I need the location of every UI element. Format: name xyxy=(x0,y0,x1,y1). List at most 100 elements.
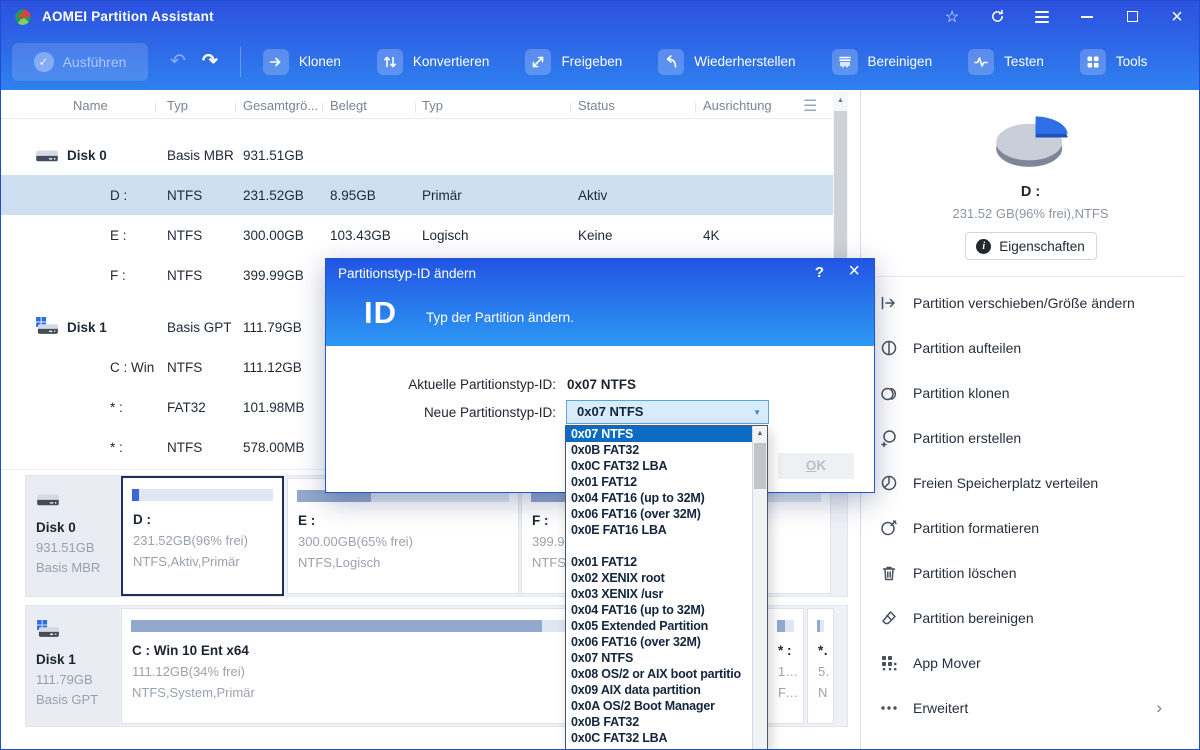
sidebar-item-partition-bereinigen[interactable]: Partition bereinigen xyxy=(861,595,1200,640)
partition-block-d[interactable]: D : 231.52GB(96% frei) NTFS,Aktiv,Primär xyxy=(121,476,284,596)
row-name-cell: D : xyxy=(0,188,155,203)
row-typ-cell: Basis MBR xyxy=(167,147,234,163)
row-size-cell: 300.00GB xyxy=(243,227,304,243)
dropdown-item-0x0b-fat32[interactable]: 0x0B FAT32 xyxy=(566,442,752,458)
sidebar-item-partition-klonen[interactable]: Partition klonen xyxy=(861,370,1200,415)
favorite-star-icon[interactable] xyxy=(943,8,961,26)
partition-type-dropdown-list: 0x07 NTFS 0x0B FAT32 0x0C FAT32 LBA 0x01 FA… xyxy=(565,425,768,750)
toolbar-button-bereinigen[interactable]: Bereinigen xyxy=(831,48,932,75)
row-belegt-cell: 8.95GB xyxy=(330,187,376,203)
dialog-help-icon[interactable]: ? xyxy=(815,264,824,281)
header: AOMEI Partition Assistant Ausführen Klon… xyxy=(0,0,1200,90)
dropdown-item-0x07-ntfs[interactable]: 0x07 NTFS xyxy=(566,426,752,442)
sidebar-item-partition-aufteilen[interactable]: Partition aufteilen xyxy=(861,325,1200,370)
dropdown-item-0x08-os-2-or-aix-boot-partitio[interactable]: 0x08 OS/2 or AIX boot partitio xyxy=(566,666,752,682)
refresh-icon[interactable] xyxy=(988,8,1006,26)
hamburger-menu-icon[interactable] xyxy=(1033,8,1051,26)
apply-button[interactable]: Ausführen xyxy=(12,42,148,81)
dropdown-item-0x0a-os-2-boot-manager[interactable]: 0x0A OS/2 Boot Manager xyxy=(566,698,752,714)
selected-partition-label: D : xyxy=(1020,184,1041,200)
toolbar-button-testen[interactable]: Testen xyxy=(968,48,1044,75)
toolbar-button-konvertieren[interactable]: Konvertieren xyxy=(376,48,490,75)
minimize-button[interactable] xyxy=(1078,8,1096,26)
sidebar-item-label: Partition löschen xyxy=(913,564,1017,581)
dropdown-item-blank[interactable] xyxy=(566,538,752,554)
column-header-typ: Typ xyxy=(155,98,235,113)
undo-button[interactable] xyxy=(170,52,186,71)
disk-info-disk-0[interactable]: Disk 0 931.51GB Basis MBR xyxy=(26,476,120,596)
sidebar-item-partition-formatieren[interactable]: Partition formatieren xyxy=(861,505,1200,550)
table-row-e[interactable]: E : NTFS 300.00GB 103.43GB Logisch Keine 4K xyxy=(0,215,833,255)
selected-partition-info: 231.52 GB(96% frei),NTFS xyxy=(952,206,1109,221)
redo-button[interactable] xyxy=(202,52,218,71)
sidebar-item-partition-l-schen[interactable]: Partition löschen xyxy=(861,550,1200,595)
row-size-cell: 578.00MB xyxy=(243,439,305,455)
dropdown-item-0x06-fat16-over-32m[interactable]: 0x06 FAT16 (over 32M) xyxy=(566,634,752,650)
maximize-button[interactable] xyxy=(1123,8,1141,26)
dropdown-scroll-up-icon[interactable] xyxy=(753,426,767,442)
dropdown-item-0x0c-fat32-lba[interactable]: 0x0C FAT32 LBA xyxy=(566,730,752,746)
dropdown-item-0x04-fat16-up-to-32m[interactable]: 0x04 FAT16 (up to 32M) xyxy=(566,490,752,506)
toolbar-button-label: Klonen xyxy=(298,54,341,69)
app-logo-icon xyxy=(14,8,32,26)
row-name-cell: * : xyxy=(0,440,155,455)
disk-type: Basis GPT xyxy=(36,692,99,707)
partition-block-[interactable]: *... 5... N.. xyxy=(807,608,834,724)
column-header-name: Name xyxy=(73,97,108,113)
properties-button[interactable]: Eigenschaften xyxy=(964,232,1097,260)
dropdown-item-0x05-extended-partition[interactable]: 0x05 Extended Partition xyxy=(566,618,752,634)
dropdown-item-0x09-aix-data-partition[interactable]: 0x09 AIX data partition xyxy=(566,682,752,698)
dialog-subtitle: Typ der Partition ändern. xyxy=(426,310,574,325)
dialog-close-icon[interactable]: × xyxy=(848,260,860,283)
dialog-header: Partitionstyp-ID ändern ? × ID Typ der P… xyxy=(326,259,874,346)
row-name-cell: F : xyxy=(0,268,155,283)
sidebar-item-app-mover[interactable]: App Mover xyxy=(861,640,1200,685)
dropdown-item-0x01-fat12[interactable]: 0x01 FAT12 xyxy=(566,474,752,490)
check-circle-icon xyxy=(33,51,54,72)
current-type-value: 0x07 NTFS xyxy=(567,377,637,392)
toolbar-button-klonen[interactable]: Klonen xyxy=(262,48,341,75)
dropdown-item-0x0e-fat16-lba[interactable]: 0x0E FAT16 LBA xyxy=(566,522,752,538)
dropdown-item-0x0c-fat32-lba[interactable]: 0x0C FAT32 LBA xyxy=(566,458,752,474)
disk-info-disk-1[interactable]: Disk 1 111.79GB Basis GPT xyxy=(26,606,120,726)
partition-block-e[interactable]: E : 300.00GB(65% frei) NTFS,Logisch xyxy=(287,478,519,594)
scroll-up-icon[interactable] xyxy=(833,92,848,109)
sidebar-item-erweitert[interactable]: Erweitert › xyxy=(861,685,1200,730)
row-size-cell: 111.12GB xyxy=(243,359,302,375)
table-row-d[interactable]: D : NTFS 231.52GB 8.95GB Primär Aktiv xyxy=(0,175,833,215)
row-name-text: E : xyxy=(110,227,127,243)
dropdown-item-0x01-fat12[interactable]: 0x01 FAT12 xyxy=(566,554,752,570)
table-row-disk-0[interactable]: Disk 0 Basis MBR 931.51GB xyxy=(0,135,833,175)
ok-button[interactable]: OK xyxy=(778,453,854,479)
row-size-cell: 399.99GB xyxy=(243,267,304,283)
dropdown-item-0x07-ntfs[interactable]: 0x07 NTFS xyxy=(566,650,752,666)
sidebar-item-partition-verschieben-gr-e-ndern[interactable]: Partition verschieben/Größe ändern xyxy=(861,280,1200,325)
dropdown-item-0x03-xenix-usr[interactable]: 0x03 XENIX /usr xyxy=(566,586,752,602)
column-header-gesamtgr: Gesamtgrö... xyxy=(235,98,322,113)
column-options-icon[interactable] xyxy=(803,96,817,116)
partition-usage-fill xyxy=(817,620,821,632)
toolbar-button-tools[interactable]: Tools xyxy=(1079,48,1147,75)
dropdown-item-0x0b-fat32[interactable]: 0x0B FAT32 xyxy=(566,714,752,730)
toolbar: Ausführen Klonen Konvertieren Freigeben Wie… xyxy=(0,33,1200,90)
sidebar-item-freien-speicherplatz-verteilen[interactable]: Freien Speicherplatz verteilen xyxy=(861,460,1200,505)
column-header-ausrichtung: Ausrichtung xyxy=(695,98,785,113)
dropdown-item-0x02-xenix-root[interactable]: 0x02 XENIX root xyxy=(566,570,752,586)
dropdown-item-0x0d[interactable]: 0x0D xyxy=(566,746,752,749)
dropdown-item-0x06-fat16-over-32m[interactable]: 0x06 FAT16 (over 32M) xyxy=(566,506,752,522)
dropdown-scrollbar[interactable] xyxy=(752,426,767,749)
close-button[interactable] xyxy=(1168,8,1186,26)
partition-usage-fill xyxy=(777,620,785,632)
dropdown-item-0x04-fat16-up-to-32m[interactable]: 0x04 FAT16 (up to 32M) xyxy=(566,602,752,618)
clone-arrow-icon xyxy=(262,48,289,75)
toolbar-button-wiederherstellen[interactable]: Wiederherstellen xyxy=(658,48,796,75)
row-name-text: C : Win 10 E... xyxy=(110,359,155,375)
dropdown-scrollbar-thumb[interactable] xyxy=(754,443,766,489)
disk-name: Disk 0 xyxy=(36,520,76,535)
toolbar-button-label: Konvertieren xyxy=(412,54,490,69)
partition-type-combobox[interactable]: 0x07 NTFS xyxy=(566,400,769,424)
toolbar-button-freigeben[interactable]: Freigeben xyxy=(525,48,622,75)
partition-block-[interactable]: * : 101.... FAT... xyxy=(767,608,804,724)
delete-icon xyxy=(879,563,899,583)
sidebar-item-partition-erstellen[interactable]: Partition erstellen xyxy=(861,415,1200,460)
